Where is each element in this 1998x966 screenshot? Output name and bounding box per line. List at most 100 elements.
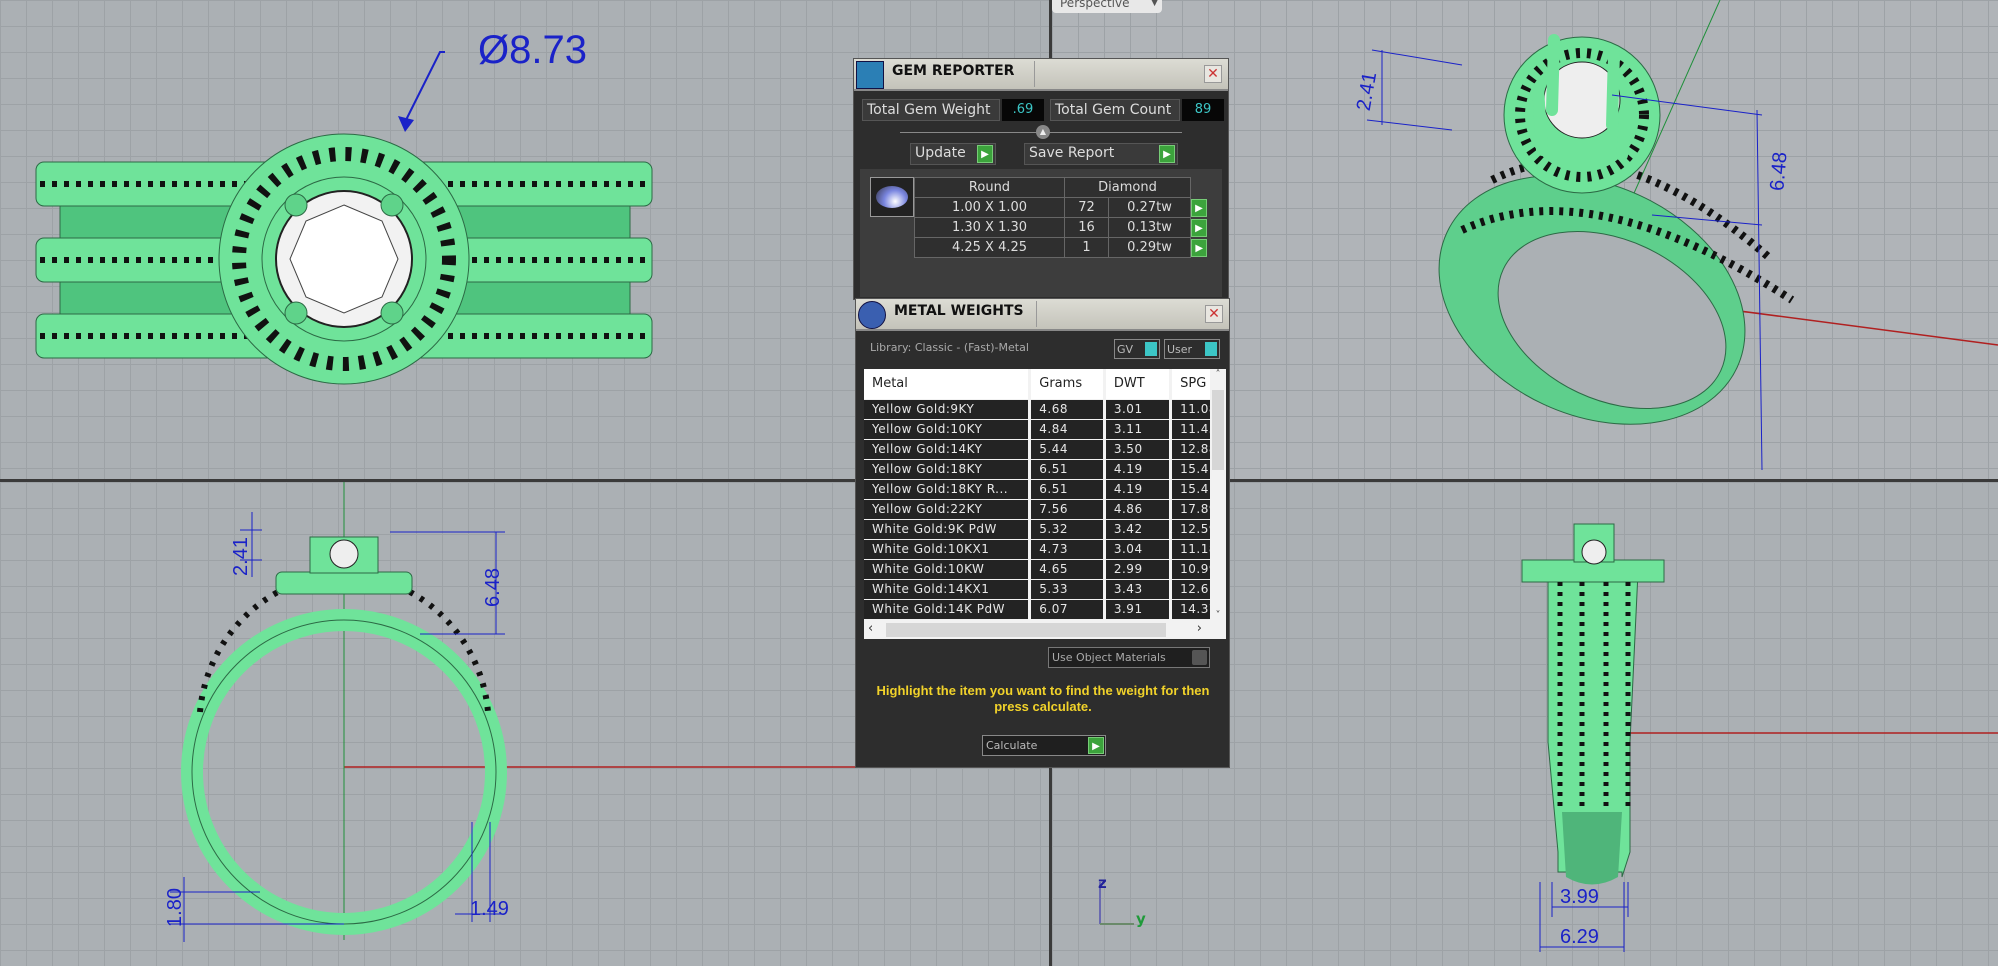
metal-cell-metal: White Gold:14K PdW	[864, 599, 1032, 620]
gem-weight: 0.13tw	[1108, 217, 1191, 238]
scroll-left-icon[interactable]: ‹	[868, 621, 873, 636]
gem-table: Round Diamond 1.00 X 1.00 72 0.27tw ▶ 1.30 X…	[914, 177, 1208, 258]
metal-cell-grams: 6.07	[1029, 599, 1106, 620]
column-header-dwt[interactable]: DWT	[1104, 369, 1173, 400]
scrollbar-thumb[interactable]	[1212, 390, 1224, 470]
scroll-up-icon[interactable]: ˄	[1210, 369, 1226, 380]
metal-cell-dwt: 2.99	[1104, 559, 1173, 580]
metal-row[interactable]: Yellow Gold:9KY 4.68 3.01 11.08	[864, 399, 1224, 420]
calculate-button[interactable]: Calculate ▶	[982, 735, 1106, 756]
metal-weights-panel: METAL WEIGHTS ✕ Library: Classic - (Fast…	[855, 298, 1230, 768]
metal-cell-grams: 6.51	[1029, 479, 1106, 500]
gem-reporter-titlebar[interactable]: GEM REPORTER ✕	[854, 59, 1228, 91]
metal-cell-grams: 7.56	[1029, 499, 1106, 520]
dimension-side-outer: 6.29	[1560, 926, 1599, 948]
dimension-side-inner: 3.99	[1560, 886, 1599, 908]
collapse-arrow-icon[interactable]: ▲	[1036, 125, 1050, 139]
save-report-label: Save Report	[1029, 145, 1115, 161]
metal-row[interactable]: White Gold:14K PdW 6.07 3.91 14.37	[864, 599, 1224, 620]
dimension-head-height-front: 2.41	[229, 537, 252, 576]
close-icon[interactable]: ✕	[1205, 305, 1223, 323]
gem-row[interactable]: 1.30 X 1.30 16 0.13tw ▶	[914, 217, 1208, 238]
metal-weights-titlebar[interactable]: METAL WEIGHTS ✕	[856, 299, 1229, 331]
hint-text: Highlight the item you want to find the …	[876, 683, 1210, 714]
column-header-metal[interactable]: Metal	[864, 369, 1032, 400]
metal-table-container[interactable]: Metal Grams DWT SPG Yellow Gold:9KY 4.68 3.01…	[864, 369, 1226, 639]
metal-cell-grams: 4.84	[1029, 419, 1106, 440]
dimension-shank-bottom: 1.80	[163, 888, 186, 927]
library-label: Library: Classic - (Fast)-Metal	[870, 341, 1029, 354]
total-gem-count-value: 89	[1182, 99, 1224, 121]
metal-cell-dwt: 3.42	[1104, 519, 1173, 540]
gem-row-select-button[interactable]: ▶	[1191, 238, 1208, 257]
gem-row-select-button[interactable]: ▶	[1191, 198, 1207, 217]
gv-toggle[interactable]: GV	[1114, 339, 1160, 359]
scroll-down-icon[interactable]: ˅	[1210, 610, 1226, 621]
scroll-right-icon[interactable]: ›	[1197, 621, 1202, 636]
gem-row[interactable]: 4.25 X 4.25 1 0.29tw ▶	[914, 237, 1208, 258]
update-label: Update	[915, 145, 966, 161]
metal-cell-metal: White Gold:14KX1	[864, 579, 1032, 600]
metal-cell-metal: White Gold:10KX1	[864, 539, 1032, 560]
total-gem-count-label: Total Gem Count	[1050, 99, 1180, 121]
gem-count: 1	[1064, 237, 1109, 258]
metal-cell-grams: 4.68	[1029, 399, 1106, 420]
metal-row[interactable]: White Gold:9K PdW 5.32 3.42 12.59	[864, 519, 1224, 540]
save-report-button[interactable]: Save Report ▶	[1024, 143, 1178, 165]
radio-icon	[1192, 650, 1207, 665]
metal-cell-metal: Yellow Gold:18KY	[864, 459, 1032, 480]
user-toggle[interactable]: User	[1164, 339, 1220, 359]
close-icon[interactable]: ✕	[1204, 65, 1222, 83]
metal-cell-dwt: 3.04	[1104, 539, 1173, 560]
metal-cell-grams: 5.32	[1029, 519, 1106, 540]
gem-row-select-button[interactable]: ▶	[1191, 218, 1207, 237]
gem-size: 1.30 X 1.30	[914, 217, 1065, 238]
play-icon: ▶	[1088, 737, 1104, 754]
play-icon: ▶	[977, 145, 993, 163]
metal-cell-dwt: 3.91	[1104, 599, 1173, 620]
metal-row[interactable]: Yellow Gold:22KY 7.56 4.86 17.89	[864, 499, 1224, 520]
metal-row[interactable]: Yellow Gold:10KY 4.84 3.11 11.45	[864, 419, 1224, 440]
scale-icon	[858, 301, 886, 329]
calculate-label: Calculate	[986, 739, 1038, 752]
gem-shape-icon	[870, 177, 914, 217]
horizontal-scrollbar[interactable]: ‹ ›	[864, 621, 1226, 639]
column-header-grams[interactable]: Grams	[1029, 369, 1106, 400]
gem-reporter-icon	[856, 61, 884, 89]
use-object-materials-label: Use Object Materials	[1052, 651, 1166, 664]
gem-count: 16	[1064, 217, 1109, 238]
metal-cell-metal: Yellow Gold:14KY	[864, 439, 1032, 460]
scrollbar-thumb[interactable]	[886, 623, 1166, 637]
metal-weights-title: METAL WEIGHTS	[894, 303, 1024, 319]
metal-cell-dwt: 4.86	[1104, 499, 1173, 520]
metal-row[interactable]: Yellow Gold:18KY 6.51 4.19 15.41	[864, 459, 1224, 480]
metal-cell-dwt: 3.50	[1104, 439, 1173, 460]
metal-cell-dwt: 4.19	[1104, 459, 1173, 480]
axis-z-label: z	[1098, 874, 1107, 892]
metal-row[interactable]: Yellow Gold:18KY R... 6.51 4.19 15.41	[864, 479, 1224, 500]
metal-cell-dwt: 3.01	[1104, 399, 1173, 420]
metal-row[interactable]: White Gold:14KX1 5.33 3.43 12.61	[864, 579, 1224, 600]
metal-cell-grams: 5.44	[1029, 439, 1106, 460]
gem-reporter-panel: GEM REPORTER ✕ Total Gem Weight .69 Tota…	[853, 58, 1229, 300]
metal-cell-metal: White Gold:10KW	[864, 559, 1032, 580]
gem-reporter-title: GEM REPORTER	[892, 63, 1015, 79]
dimension-total-height-front: 6.48	[481, 568, 504, 607]
gem-weight: 0.27tw	[1108, 197, 1191, 218]
total-gem-weight-value: .69	[1002, 99, 1044, 121]
use-object-materials-toggle[interactable]: Use Object Materials	[1048, 647, 1210, 668]
gem-row[interactable]: 1.00 X 1.00 72 0.27tw ▶	[914, 197, 1208, 218]
gem-count: 72	[1064, 197, 1109, 218]
vertical-scrollbar[interactable]: ˄ ˅	[1210, 369, 1226, 621]
gem-weight: 0.29tw	[1108, 237, 1191, 258]
metal-cell-metal: Yellow Gold:10KY	[864, 419, 1032, 440]
update-button[interactable]: Update ▶	[910, 143, 996, 165]
metal-cell-grams: 4.65	[1029, 559, 1106, 580]
metal-row[interactable]: Yellow Gold:14KY 5.44 3.50 12.88	[864, 439, 1224, 460]
metal-table: Metal Grams DWT SPG Yellow Gold:9KY 4.68 3.01…	[864, 369, 1224, 620]
metal-row[interactable]: White Gold:10KW 4.65 2.99 10.99	[864, 559, 1224, 580]
shape-header: Round	[914, 177, 1065, 198]
gem-size: 1.00 X 1.00	[914, 197, 1065, 218]
metal-cell-dwt: 3.43	[1104, 579, 1173, 600]
metal-row[interactable]: White Gold:10KX1 4.73 3.04 11.18	[864, 539, 1224, 560]
